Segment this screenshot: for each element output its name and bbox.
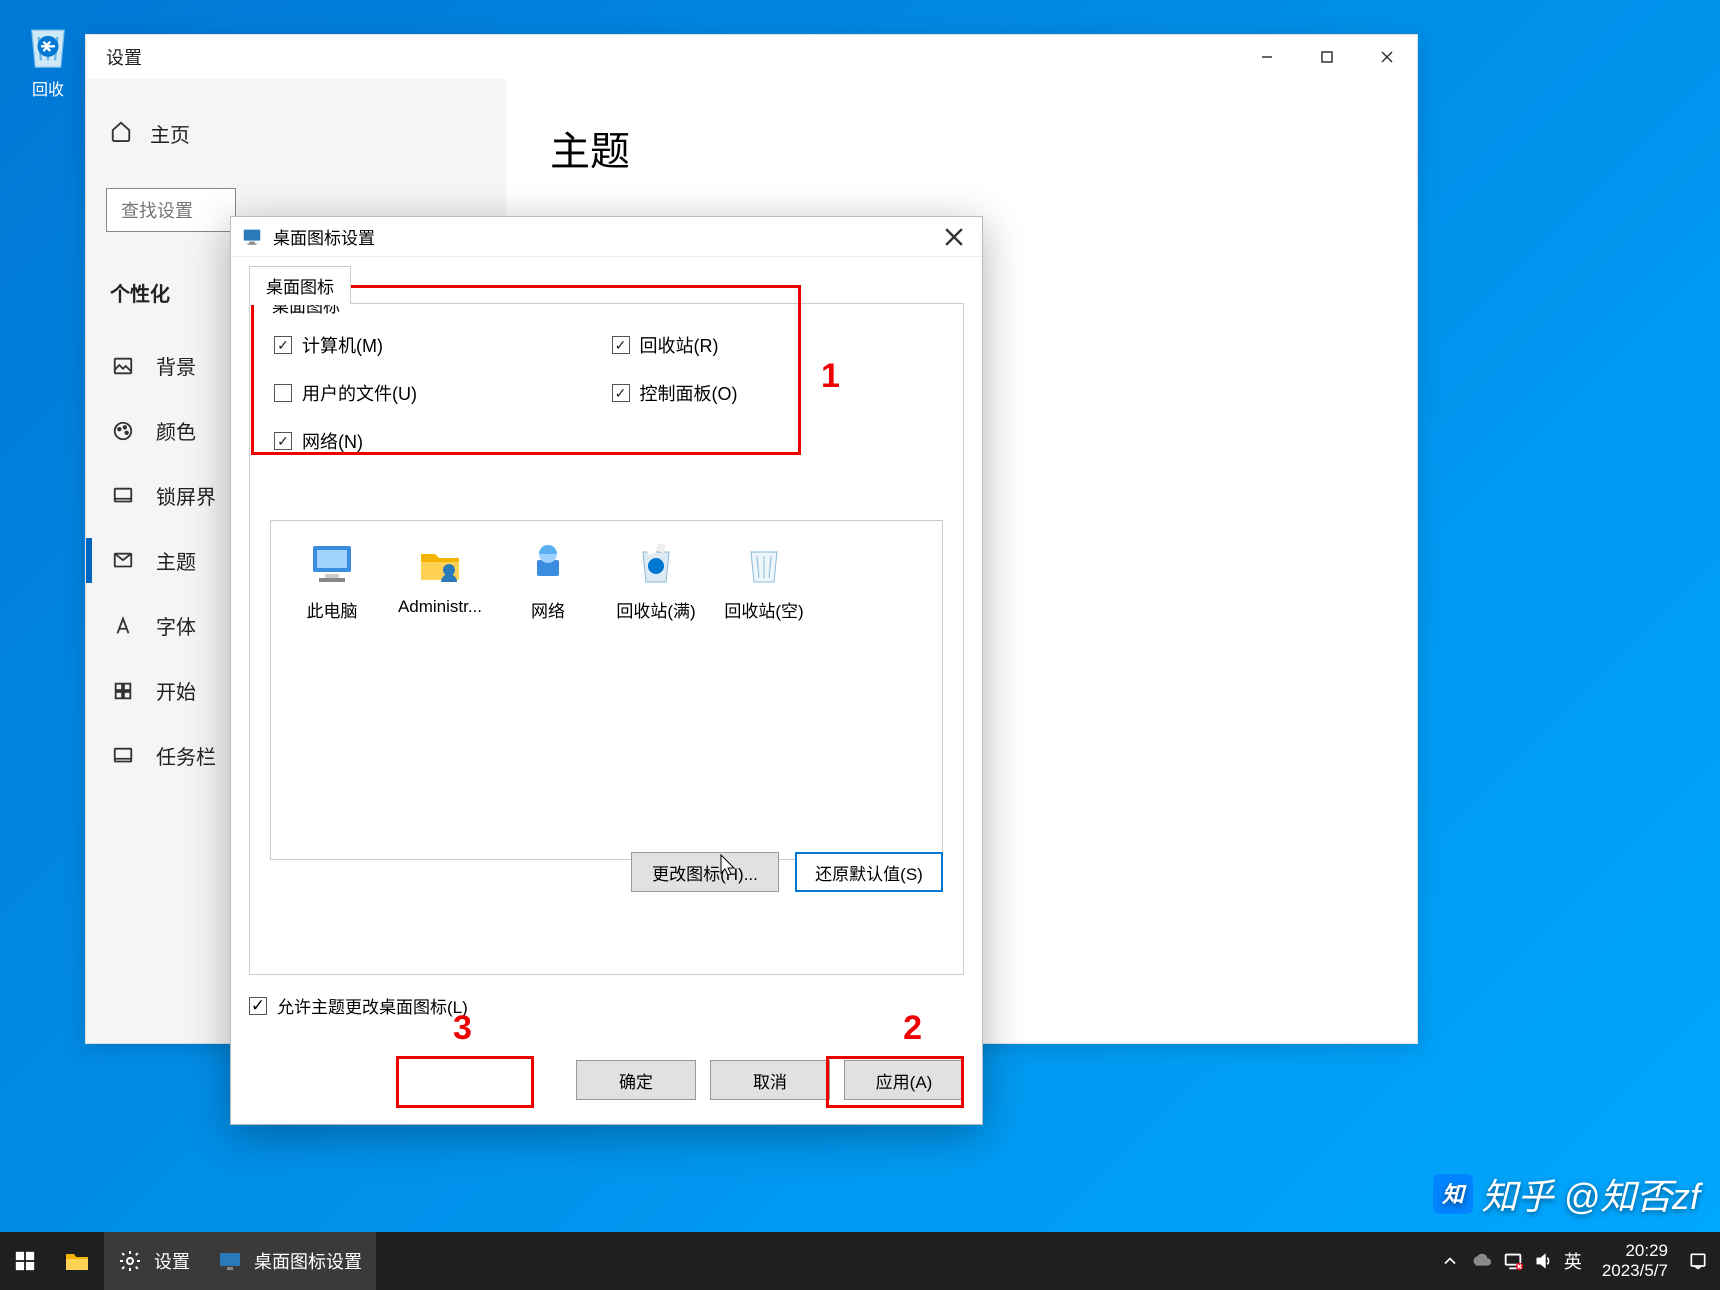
cancel-button[interactable]: 取消	[710, 1060, 830, 1100]
annotation-2: 2	[903, 1009, 922, 1048]
network-icon	[521, 539, 575, 589]
onedrive-icon[interactable]	[1470, 1250, 1492, 1272]
icon-label: 回收站(满)	[616, 602, 695, 621]
zhihu-icon: 知	[1433, 1174, 1473, 1214]
ok-button[interactable]: 确定	[576, 1060, 696, 1100]
settings-titlebar: 设置	[86, 35, 1417, 79]
desktop-icon-settings-dialog: 桌面图标设置 桌面图标 桌面图标 计算机(M) 回收站(R) 用户的文件(U) …	[230, 216, 983, 1125]
icon-label: 网络	[531, 602, 565, 621]
settings-title: 设置	[106, 44, 142, 70]
computer-icon	[305, 539, 359, 589]
start-icon	[110, 678, 136, 704]
taskbar-settings[interactable]: 设置	[104, 1232, 204, 1290]
picture-icon	[110, 353, 136, 379]
taskbar-explorer[interactable]	[50, 1232, 104, 1290]
taskbar-dialog[interactable]: 桌面图标设置	[204, 1232, 376, 1290]
icon-recycle-empty[interactable]: 回收站(空)	[721, 539, 807, 622]
icon-network[interactable]: 网络	[505, 539, 591, 622]
home-icon	[110, 120, 132, 148]
recycle-bin-label: 回收	[20, 76, 76, 100]
windows-icon	[14, 1250, 36, 1272]
search-placeholder: 查找设置	[121, 197, 193, 223]
desktop-recycle-bin[interactable]: 回收	[20, 16, 76, 100]
search-input[interactable]: 查找设置	[106, 188, 236, 232]
svg-text:知: 知	[1441, 1182, 1467, 1207]
taskbar-date: 2023/5/7	[1602, 1261, 1668, 1281]
sidebar-home[interactable]: 主页	[86, 109, 506, 158]
monitor-icon	[241, 226, 263, 248]
dialog-title: 桌面图标设置	[273, 224, 375, 249]
dialog-close-button[interactable]	[926, 217, 982, 256]
taskbar-dialog-label: 桌面图标设置	[254, 1248, 362, 1274]
start-button[interactable]	[0, 1232, 50, 1290]
watermark: 知 知乎 @知否zf	[1433, 1168, 1700, 1220]
icon-user-folder[interactable]: Administr...	[397, 539, 483, 622]
lockscreen-icon	[110, 483, 136, 509]
sidebar-home-label: 主页	[150, 119, 190, 148]
close-button[interactable]	[1357, 35, 1417, 79]
icon-label: 回收站(空)	[724, 602, 803, 621]
icon-this-pc[interactable]: 此电脑	[289, 539, 375, 622]
taskbar-time: 20:29	[1602, 1241, 1668, 1261]
recycle-full-icon	[629, 539, 683, 589]
sidebar-item-label: 背景	[156, 351, 196, 380]
allow-theme-label: 允许主题更改桌面图标(L)	[277, 993, 468, 1018]
font-icon	[110, 613, 136, 639]
taskbar-settings-label: 设置	[154, 1248, 190, 1274]
annotation-box-ok	[396, 1056, 534, 1108]
chevron-up-icon[interactable]	[1440, 1251, 1460, 1271]
page-title: 主题	[550, 119, 1373, 177]
icon-preview-panel: 此电脑 Administr... 网络 回收站(满) 回收站(空)	[270, 520, 943, 860]
change-icon-button[interactable]: 更改图标(H)...	[631, 852, 779, 892]
cursor-icon	[719, 853, 737, 877]
volume-icon[interactable]	[1534, 1251, 1554, 1271]
annotation-box-apply	[826, 1056, 964, 1108]
sidebar-item-label: 锁屏界	[156, 481, 216, 510]
palette-icon	[110, 418, 136, 444]
icon-recycle-full[interactable]: 回收站(满)	[613, 539, 699, 622]
dialog-titlebar: 桌面图标设置	[231, 217, 982, 257]
tab-desktop-icons[interactable]: 桌面图标	[249, 266, 351, 305]
allow-theme-checkbox[interactable]: ✓ 允许主题更改桌面图标(L)	[249, 977, 964, 1018]
taskbar: 设置 桌面图标设置 英 20:29 2023/5/7	[0, 1232, 1720, 1290]
checkbox-icon: ✓	[249, 997, 267, 1015]
network-tray-icon[interactable]	[1502, 1250, 1524, 1272]
gear-icon	[118, 1249, 142, 1273]
restore-defaults-button[interactable]: 还原默认值(S)	[795, 852, 943, 892]
icon-label: 此电脑	[307, 602, 358, 621]
sidebar-item-label: 字体	[156, 611, 196, 640]
theme-icon	[110, 548, 136, 574]
ime-indicator[interactable]: 英	[1564, 1248, 1582, 1274]
maximize-button[interactable]	[1297, 35, 1357, 79]
monitor-icon	[218, 1251, 242, 1271]
sidebar-item-label: 任务栏	[156, 741, 216, 770]
taskbar-clock[interactable]: 20:29 2023/5/7	[1592, 1241, 1678, 1282]
folder-icon	[64, 1250, 90, 1272]
annotation-box-1	[251, 285, 801, 455]
icon-label: Administr...	[398, 597, 482, 616]
minimize-button[interactable]	[1237, 35, 1297, 79]
sidebar-item-label: 开始	[156, 676, 196, 705]
recycle-bin-icon	[20, 16, 76, 76]
annotation-3: 3	[453, 1009, 472, 1048]
annotation-1: 1	[821, 357, 840, 396]
sidebar-item-label: 主题	[156, 546, 196, 575]
taskbar-icon	[110, 743, 136, 769]
recycle-empty-icon	[737, 539, 791, 589]
watermark-text: 知乎 @知否zf	[1481, 1168, 1700, 1220]
sidebar-item-label: 颜色	[156, 416, 196, 445]
notifications-icon[interactable]	[1688, 1251, 1708, 1271]
user-folder-icon	[413, 539, 467, 589]
